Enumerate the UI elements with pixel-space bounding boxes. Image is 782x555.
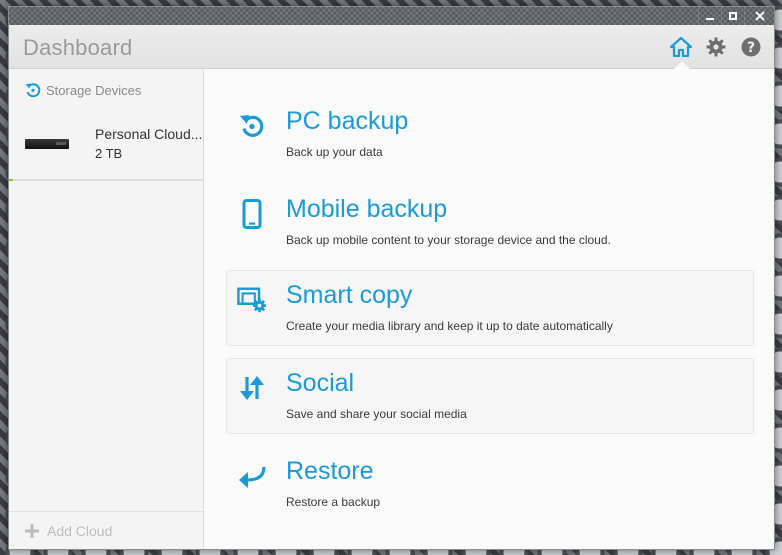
action-title: Mobile backup: [286, 195, 448, 223]
refresh-icon: [25, 83, 41, 98]
social-action[interactable]: Social Save and share your social media: [226, 358, 754, 434]
action-description: Back up your data: [286, 145, 383, 159]
add-cloud-button[interactable]: Add Cloud: [9, 511, 203, 549]
close-button[interactable]: [744, 7, 774, 25]
pc-backup-action[interactable]: PC backup Back up your data: [226, 96, 754, 172]
settings-button[interactable]: [705, 36, 727, 58]
plus-icon: [25, 523, 39, 538]
device-capacity: 2 TB: [95, 146, 123, 161]
maximize-icon: [729, 12, 737, 20]
svg-text:?: ?: [747, 40, 755, 56]
help-button[interactable]: ?: [740, 36, 762, 58]
header: Dashboard ?: [9, 25, 774, 69]
home-button[interactable]: [670, 36, 692, 58]
smart-copy-action[interactable]: Smart copy Create your media library and…: [226, 270, 754, 346]
title-bar[interactable]: [9, 7, 774, 25]
window-controls: [698, 7, 774, 25]
action-title: Social: [286, 369, 355, 397]
minimize-button[interactable]: [698, 7, 721, 25]
social-icon: [237, 373, 267, 403]
action-description: Create your media library and keep it up…: [286, 319, 613, 333]
pc-backup-icon: [237, 111, 267, 141]
gear-icon: [706, 37, 726, 57]
action-title: PC backup: [286, 107, 409, 135]
page-title: Dashboard: [23, 35, 133, 60]
sidebar: Storage Devices Personal Cloud... 2 TB A…: [9, 69, 204, 549]
storage-devices-refresh[interactable]: Storage Devices: [25, 82, 141, 98]
restore-action[interactable]: Restore Restore a backup: [226, 446, 754, 522]
help-icon: ?: [741, 37, 761, 57]
mobile-backup-action[interactable]: Mobile backup Back up mobile content to …: [226, 184, 754, 260]
app-window: Dashboard ? Storage Devices Personal Clo…: [8, 6, 775, 550]
minimize-icon: [706, 18, 714, 20]
action-title: Restore: [286, 457, 374, 485]
device-name: Personal Cloud...: [95, 126, 203, 142]
device-status-indicator: [9, 179, 13, 181]
add-cloud-label: Add Cloud: [47, 522, 113, 539]
mobile-icon: [237, 199, 267, 229]
main-content: PC backup Back up your data Mobile backu…: [204, 69, 774, 549]
smart-copy-icon: [237, 285, 267, 315]
action-description: Save and share your social media: [286, 407, 467, 421]
active-nav-pointer: [674, 61, 690, 69]
action-description: Back up mobile content to your storage d…: [286, 233, 611, 247]
storage-devices-label: Storage Devices: [46, 82, 142, 98]
close-icon: [754, 11, 765, 21]
restore-icon: [237, 461, 267, 491]
action-title: Smart copy: [286, 281, 413, 309]
device-item-personal-cloud[interactable]: Personal Cloud... 2 TB: [9, 113, 203, 181]
header-nav: ?: [670, 36, 762, 58]
maximize-button[interactable]: [721, 7, 744, 25]
home-icon: [670, 37, 692, 57]
action-description: Restore a backup: [286, 495, 381, 509]
nas-device-icon: [25, 139, 69, 149]
